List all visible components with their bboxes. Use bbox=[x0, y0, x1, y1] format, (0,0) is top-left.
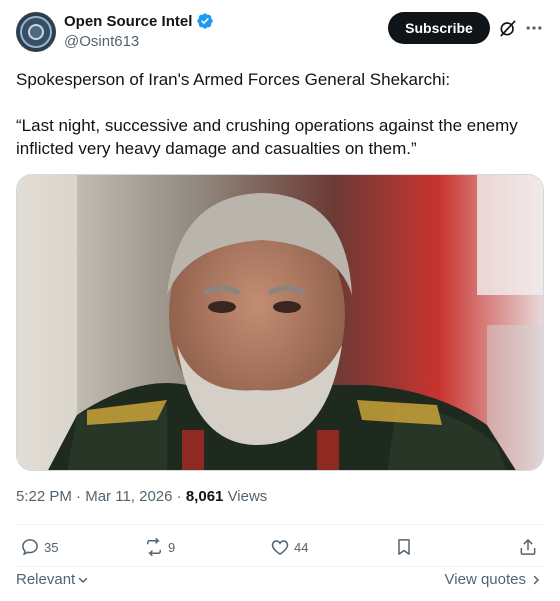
tweet-media-image[interactable] bbox=[16, 174, 544, 471]
repost-count: 9 bbox=[168, 539, 176, 555]
tweet-date[interactable]: Mar 11, 2026 bbox=[85, 488, 172, 505]
tweet-meta: 5:22 PM · Mar 11, 2026 · 8,061 Views bbox=[16, 488, 267, 505]
tweet-header: Open Source Intel @Osint613 Subscribe bbox=[0, 0, 560, 62]
views-label: Views bbox=[227, 488, 268, 505]
meta-separator: · bbox=[76, 488, 82, 505]
heart-icon bbox=[271, 540, 289, 555]
views-count: 8,061 bbox=[185, 488, 224, 505]
divider bbox=[16, 566, 544, 567]
tweet-text-line-2: “Last night, successive and crushing ope… bbox=[16, 116, 518, 158]
like-button[interactable]: 44 bbox=[270, 537, 308, 557]
bookmark-button[interactable] bbox=[394, 537, 414, 557]
more-horizontal-icon[interactable] bbox=[524, 18, 544, 38]
sort-relevant-dropdown[interactable]: Relevant bbox=[16, 571, 89, 588]
tweet-text-line-1: Spokesperson of Iran's Armed Forces Gene… bbox=[16, 70, 451, 89]
share-button[interactable] bbox=[518, 537, 538, 557]
tweet-time[interactable]: 5:22 PM bbox=[16, 488, 72, 505]
share-icon bbox=[520, 539, 536, 555]
view-quotes-link[interactable]: View quotes bbox=[445, 571, 542, 588]
like-count: 44 bbox=[294, 539, 309, 555]
author-handle[interactable]: @Osint613 bbox=[64, 33, 139, 50]
view-quotes-label: View quotes bbox=[444, 571, 526, 588]
author-display-name[interactable]: Open Source Intel bbox=[64, 13, 192, 30]
reply-icon bbox=[22, 539, 38, 556]
author-name-line: Open Source Intel bbox=[64, 12, 214, 30]
avatar[interactable] bbox=[16, 12, 56, 52]
verified-badge-icon bbox=[197, 13, 214, 29]
bookmark-icon bbox=[398, 539, 410, 555]
tweet-actions-bar: 35 9 44 bbox=[16, 530, 544, 568]
repost-icon bbox=[147, 537, 161, 557]
avatar-emblem bbox=[28, 24, 44, 40]
tweet-text: Spokesperson of Iran's Armed Forces Gene… bbox=[16, 68, 544, 160]
repost-button[interactable]: 9 bbox=[144, 537, 175, 557]
sort-label: Relevant bbox=[16, 571, 76, 588]
reply-button[interactable]: 35 bbox=[20, 537, 58, 557]
media-photo bbox=[17, 175, 543, 470]
chevron-down-icon bbox=[78, 577, 88, 583]
meta-separator: · bbox=[176, 488, 182, 505]
chevron-right-icon bbox=[533, 575, 540, 584]
subscribe-button[interactable]: Subscribe bbox=[388, 12, 490, 44]
grok-icon[interactable] bbox=[498, 18, 518, 38]
divider bbox=[16, 524, 544, 525]
replies-footer: Relevant View quotes bbox=[16, 568, 544, 592]
reply-count: 35 bbox=[44, 539, 59, 555]
